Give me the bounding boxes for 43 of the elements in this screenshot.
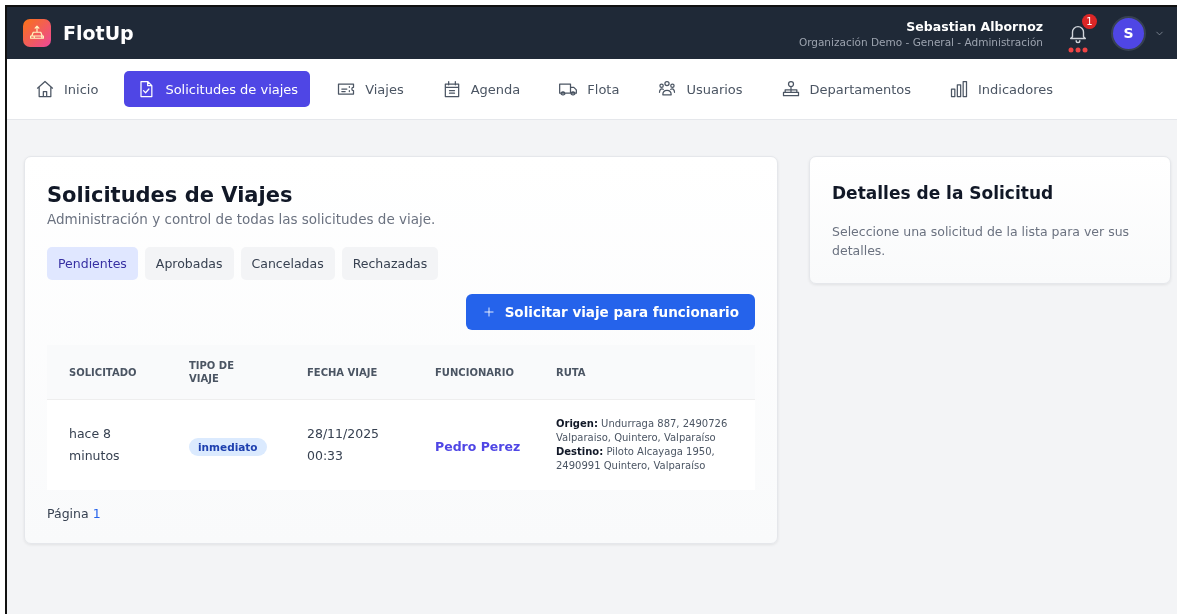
column-header: RUTA — [556, 365, 587, 379]
column-header: FUNCIONARIO — [435, 365, 515, 379]
notification-count: 1 — [1082, 13, 1097, 29]
trip-type-tag: inmediato — [189, 437, 267, 456]
nav-item[interactable]: Agenda — [429, 71, 533, 107]
status-tab[interactable]: Canceladas — [240, 247, 335, 280]
employee-link[interactable]: Pedro Perez — [435, 438, 521, 454]
nav-item[interactable]: Usuarios — [645, 71, 755, 107]
user-avatar[interactable]: S — [1111, 15, 1146, 51]
column-header: FECHA VIAJE — [307, 365, 379, 379]
nav-item[interactable]: Flota — [546, 71, 632, 107]
column-header: TIPO DE VIAJE — [189, 359, 235, 385]
status-tab[interactable]: Aprobadas — [144, 247, 234, 280]
nav-item[interactable]: Viajes — [324, 71, 416, 107]
plus-icon — [481, 305, 496, 319]
dots-icon — [1068, 46, 1088, 53]
status-tab[interactable]: Pendientes — [47, 247, 138, 280]
page-subtitle: Administración y control de todas las solicitudes de viaje. — [47, 211, 437, 227]
route-line: Origen: Undurraga 887, 2490726 Valparaiso, Quintero, Valparaíso — [556, 417, 729, 445]
car-icon — [28, 24, 46, 42]
page-number[interactable]: 1 — [92, 506, 101, 521]
nav-item[interactable]: Departamentos — [768, 71, 923, 107]
notifications-button[interactable]: 1 — [1067, 13, 1097, 53]
route-line: Destino: Piloto Alcayaga 1950, 2490991 Quintero, Valparaíso — [556, 445, 716, 473]
table-cell-text: 28/11/2025 00:33 — [307, 424, 381, 465]
user-name: Sebastian Albornoz — [905, 18, 1043, 34]
table-cell-text: hace 8 minutos — [69, 424, 121, 465]
details-message: Seleccione una solicitud de la lista para ver sus detalles. — [832, 223, 1131, 260]
app-name: FlotUp — [63, 22, 134, 44]
nav-item[interactable]: Solicitudes de viajes — [124, 71, 311, 107]
user-context: Organización Demo - General - Administración — [798, 35, 1043, 48]
nav-item[interactable]: Indicadores — [936, 71, 1066, 107]
bar-chart-icon — [948, 79, 969, 99]
table-row[interactable]: hace 8 minutos inmediato 28/11/2025 00:33 Pedro Perez Origen: Undurraga 887, 2490726 Valparaiso, Quintero, Valparaíso Destino: Piloto Alcayaga 1950, 2490991 Quintero, Valparaíso — [47, 400, 755, 490]
column-header: SOLICITADO — [69, 365, 138, 379]
house-icon — [35, 79, 55, 99]
status-tab[interactable]: Rechazadas — [341, 247, 439, 280]
page-label: Página — [47, 506, 89, 521]
request-trip-button[interactable]: Solicitar viaje para funcionario — [465, 294, 755, 330]
nav-item[interactable]: Inicio — [23, 71, 111, 107]
org-chart-icon — [780, 79, 801, 99]
page-title: Solicitudes de Viajes — [47, 183, 294, 207]
details-title: Detalles de la Solicitud — [832, 183, 1055, 203]
